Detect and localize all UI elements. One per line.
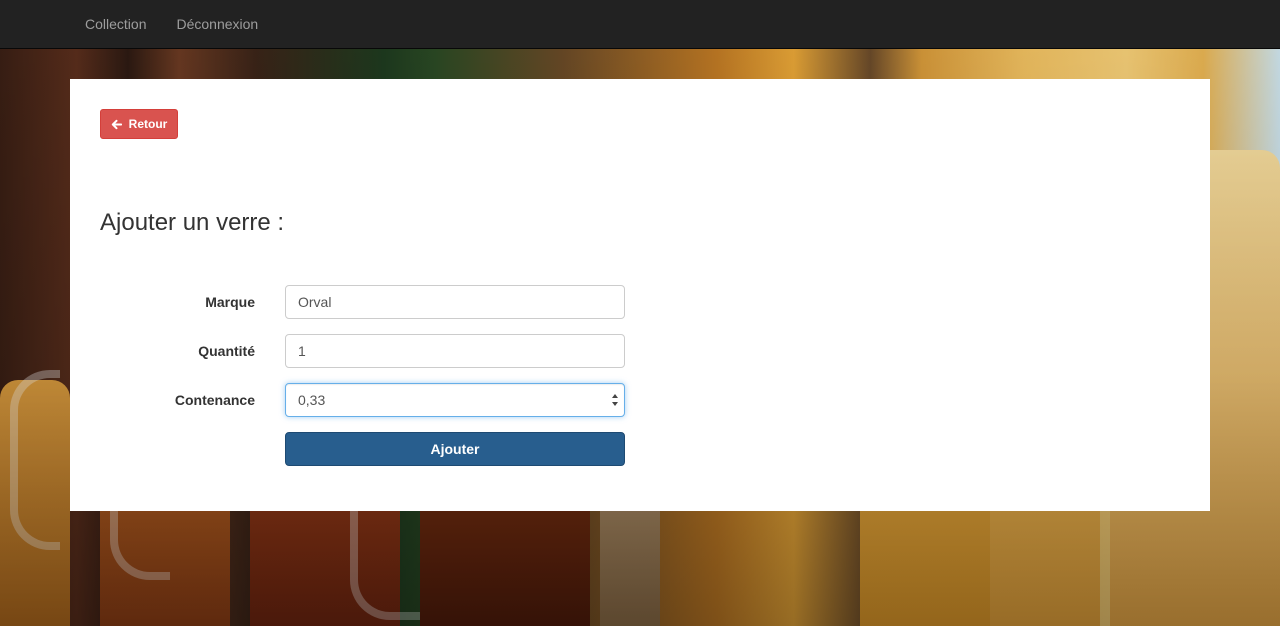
back-button-label: Retour (128, 117, 168, 131)
nav-link-collection[interactable]: Collection (70, 0, 161, 49)
contenance-select[interactable]: 0,33 (285, 383, 625, 417)
nav-link-logout[interactable]: Déconnexion (161, 0, 273, 49)
top-navbar: Collection Déconnexion (0, 0, 1280, 49)
contenance-label: Contenance (174, 392, 255, 408)
contenance-selected-value: 0,33 (298, 392, 326, 408)
marque-label: Marque (205, 294, 255, 310)
main-panel: Retour Ajouter un verre : Marque Orval Q… (70, 79, 1210, 511)
arrow-left-icon (111, 119, 122, 129)
back-button[interactable]: Retour (100, 109, 178, 139)
page-title: Ajouter un verre : (100, 209, 285, 236)
form-row-marque: Marque Orval (70, 285, 630, 319)
marque-input[interactable]: Orval (285, 285, 625, 319)
quantite-input[interactable]: 1 (285, 334, 625, 368)
form-row-contenance: Contenance 0,33 (70, 383, 630, 417)
select-arrows-icon (612, 394, 618, 406)
quantite-label: Quantité (198, 343, 255, 359)
add-button[interactable]: Ajouter (285, 432, 625, 466)
form-row-quantite: Quantité 1 (70, 334, 630, 368)
